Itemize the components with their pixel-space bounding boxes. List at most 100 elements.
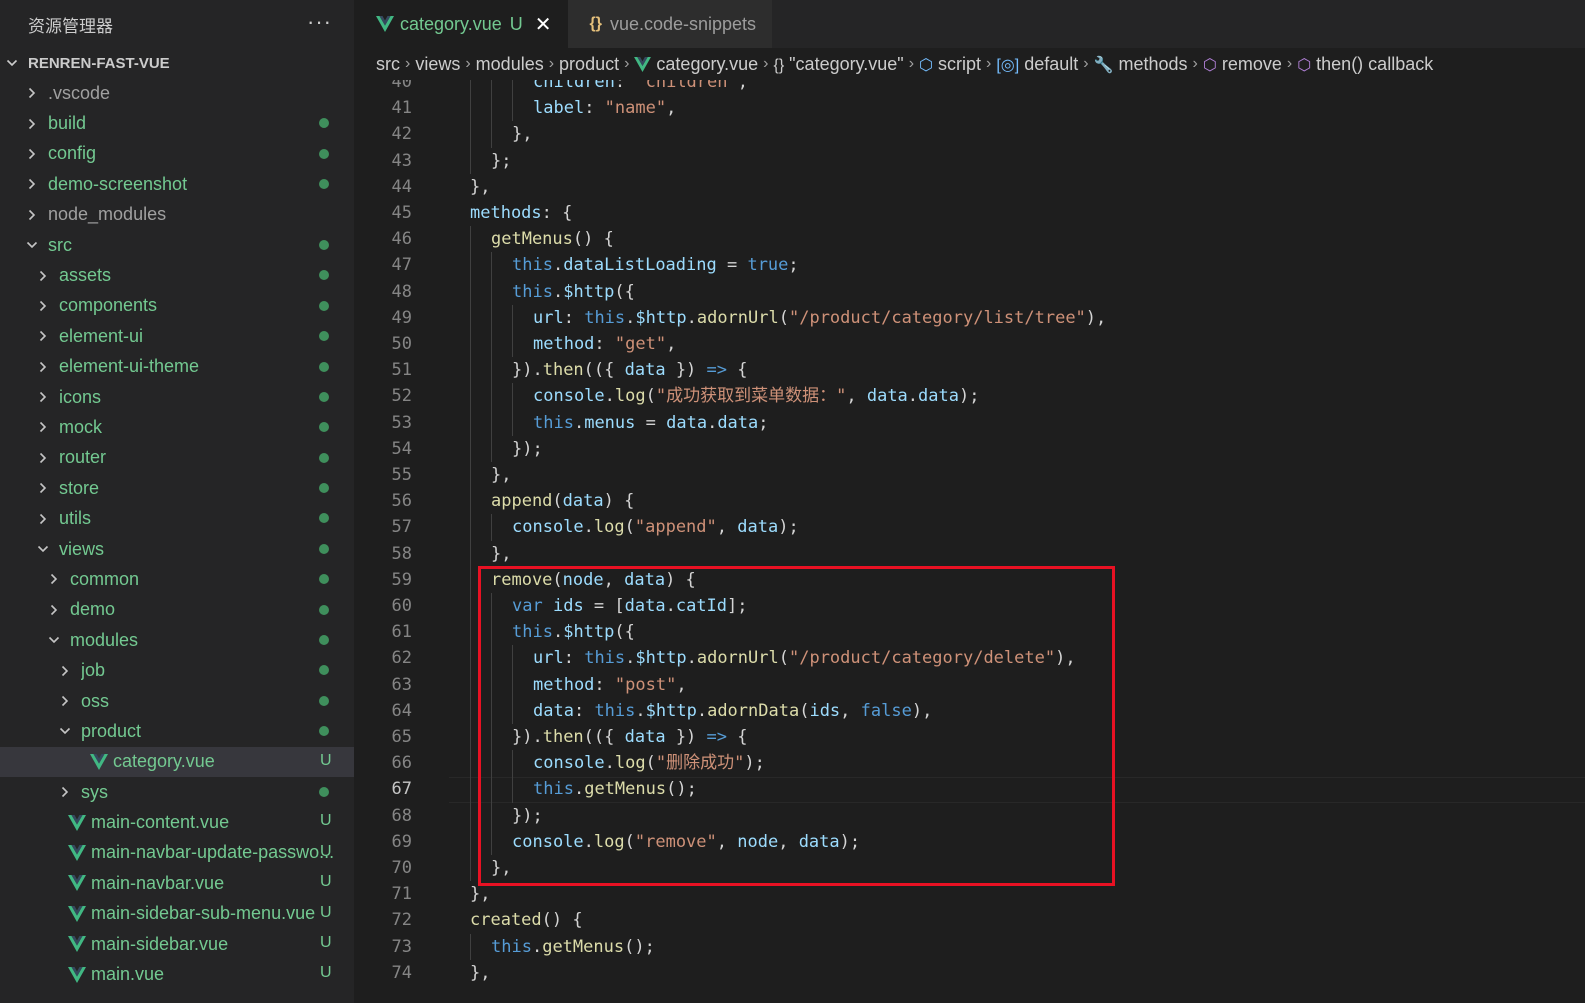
code-line[interactable]: 66 console.log("删除成功"); [354, 750, 1585, 777]
tree-folder-views[interactable]: views [0, 534, 354, 564]
tree-file-category-vue[interactable]: category.vue U [0, 746, 354, 777]
code-line[interactable]: 54}); [354, 435, 1585, 462]
code-line[interactable]: 63 method: "post", [354, 671, 1585, 698]
tab-vue-code-snippets[interactable]: {} vue.code-snippets [567, 0, 773, 48]
code-line[interactable]: 72 created() { [354, 907, 1585, 933]
code-line[interactable]: 64 data: this.$http.adornData(ids, false)… [354, 697, 1585, 724]
indent-guide [491, 357, 492, 384]
tree-folder-demo[interactable]: demo [0, 595, 354, 625]
code-line[interactable]: 50 method: "get", [354, 331, 1585, 358]
tree-item-label: mock [59, 416, 103, 437]
tree-file-main-sidebar-vue[interactable]: main-sidebar.vue U [0, 929, 354, 959]
tree-folder-mock[interactable]: mock [0, 412, 354, 442]
breadcrumb-item-7[interactable]: [◎] default [996, 54, 1078, 75]
tab-category-vue[interactable]: category.vue U ✕ [354, 0, 568, 48]
braces-icon: {} [773, 56, 785, 74]
code-token: data [798, 831, 840, 852]
code-token: : { [541, 203, 573, 223]
tree-folder-modules[interactable]: modules [0, 625, 354, 655]
code-token: getMenus [491, 229, 573, 250]
breadcrumb-separator-icon: › [548, 55, 555, 72]
breadcrumb-item-2[interactable]: modules [476, 54, 544, 75]
tree-file-main-navbar-update-passwo-[interactable]: main-navbar-update-passwo... U [0, 838, 354, 868]
code-line[interactable]: 71}, [354, 881, 1585, 907]
code-line[interactable]: 62 url: this.$http.adornUrl("/product/cat… [354, 645, 1585, 672]
indent-guide [512, 645, 513, 672]
code-line[interactable]: 44}, [354, 174, 1585, 200]
code-line[interactable]: 41 label: "name", [354, 95, 1585, 122]
breadcrumb-item-4[interactable]: category.vue [634, 54, 758, 75]
indent-guide [491, 750, 492, 777]
tree-folder-src[interactable]: src [0, 230, 354, 260]
breadcrumb-item-5[interactable]: {} "category.vue" [773, 54, 903, 75]
code-line[interactable]: 46 getMenus() { [354, 226, 1585, 253]
tree-folder-demo-screenshot[interactable]: demo-screenshot [0, 169, 354, 199]
code-line[interactable]: 57 console.log("append", data); [354, 514, 1585, 541]
code-line[interactable]: 69 console.log("remove", node, data); [354, 828, 1585, 855]
code-line[interactable]: 51}).then(({ data }) => { [354, 357, 1585, 384]
tree-folder-icons[interactable]: icons [0, 382, 354, 412]
tree-folder-config[interactable]: config [0, 139, 354, 169]
code-line[interactable]: 60 var ids = [data.catId]; [354, 593, 1585, 620]
tree-folder-sys[interactable]: sys [0, 777, 354, 807]
breadcrumb-item-0[interactable]: src [376, 54, 400, 75]
tree-folder-job[interactable]: job [0, 655, 354, 685]
indent-guide [491, 121, 492, 148]
tree-folder-element-ui-theme[interactable]: element-ui-theme [0, 352, 354, 382]
code-line[interactable]: 70}, [354, 855, 1585, 882]
tree-folder-node-modules[interactable]: node_modules [0, 200, 354, 230]
breadcrumb-item-9[interactable]: ⬡ remove [1203, 54, 1282, 75]
code-line[interactable]: 65}).then(({ data }) => { [354, 724, 1585, 751]
tree-folder-oss[interactable]: oss [0, 686, 354, 716]
code-editor[interactable]: 40 children: "children", 41 label: "name", 4… [354, 80, 1585, 1003]
breadcrumb-item-8[interactable]: 🔧 methods [1094, 54, 1188, 75]
tree-file-main-navbar-vue[interactable]: main-navbar.vue U [0, 868, 354, 898]
tree-folder-components[interactable]: components [0, 291, 354, 321]
code-line[interactable]: 58}, [354, 540, 1585, 567]
code-line[interactable]: 59 remove(node, data) { [354, 566, 1585, 593]
tree-folder-build[interactable]: build [0, 108, 354, 138]
tree-folder--vscode[interactable]: .vscode [0, 78, 354, 108]
tree-folder-router[interactable]: router [0, 443, 354, 473]
code-line[interactable]: 49 url: this.$http.adornUrl("/product/cat… [354, 304, 1585, 331]
code-line[interactable]: 43}; [354, 147, 1585, 174]
git-untracked-badge: U [320, 842, 332, 860]
code-line[interactable]: 42}, [354, 121, 1585, 148]
tree-folder-utils[interactable]: utils [0, 503, 354, 533]
indent-guide [470, 121, 471, 148]
code-token: . [531, 936, 543, 957]
code-line[interactable]: 61 this.$http({ [354, 619, 1585, 646]
code-line[interactable]: 48 this.$http({ [354, 278, 1585, 305]
workspace-root[interactable]: RENREN-FAST-VUE [0, 48, 354, 78]
breadcrumb-item-10[interactable]: ⬡ then() callback [1297, 54, 1433, 75]
breadcrumb-item-6[interactable]: ⬡ script [919, 54, 981, 75]
code-line[interactable]: 55}, [354, 462, 1585, 489]
chevron-down-icon [48, 634, 60, 646]
code-line[interactable]: 74}, [354, 960, 1585, 986]
breadcrumb-item-3[interactable]: product [559, 54, 619, 75]
close-icon[interactable]: ✕ [535, 12, 552, 37]
tree-folder-common[interactable]: common [0, 564, 354, 594]
code-line[interactable]: 73 this.getMenus(); [354, 933, 1585, 960]
code-line[interactable]: 56 append(data) { [354, 488, 1585, 515]
more-actions-icon[interactable]: ··· [307, 11, 332, 33]
code-line[interactable]: 45 methods: { [354, 200, 1585, 226]
chevron-right-icon [48, 604, 60, 616]
tree-file-main-vue[interactable]: main.vue U [0, 959, 354, 989]
tree-folder-product[interactable]: product [0, 716, 354, 746]
code-line[interactable]: 40 children: "children", [354, 80, 1585, 96]
code-line[interactable]: 53 this.menus = data.data; [354, 409, 1585, 436]
breadcrumb-item-1[interactable]: views [415, 54, 460, 75]
code-token: . [907, 386, 919, 407]
tree-folder-element-ui[interactable]: element-ui [0, 321, 354, 351]
tree-folder-store[interactable]: store [0, 473, 354, 503]
tree-file-main-content-vue[interactable]: main-content.vue U [0, 807, 354, 837]
variable-icon: [◎] [996, 56, 1020, 74]
tree-file-main-sidebar-sub-menu-vue[interactable]: main-sidebar-sub-menu.vue U [0, 899, 354, 929]
code-line[interactable]: 47 this.dataListLoading = true; [354, 252, 1585, 279]
git-modified-dot-icon [319, 513, 329, 524]
code-line[interactable]: 67 this.getMenus(); [354, 776, 1585, 803]
code-line[interactable]: 52 console.log("成功获取到菜单数据：", data.data); [354, 383, 1585, 410]
code-line[interactable]: 68}); [354, 802, 1585, 829]
tree-folder-assets[interactable]: assets [0, 260, 354, 290]
